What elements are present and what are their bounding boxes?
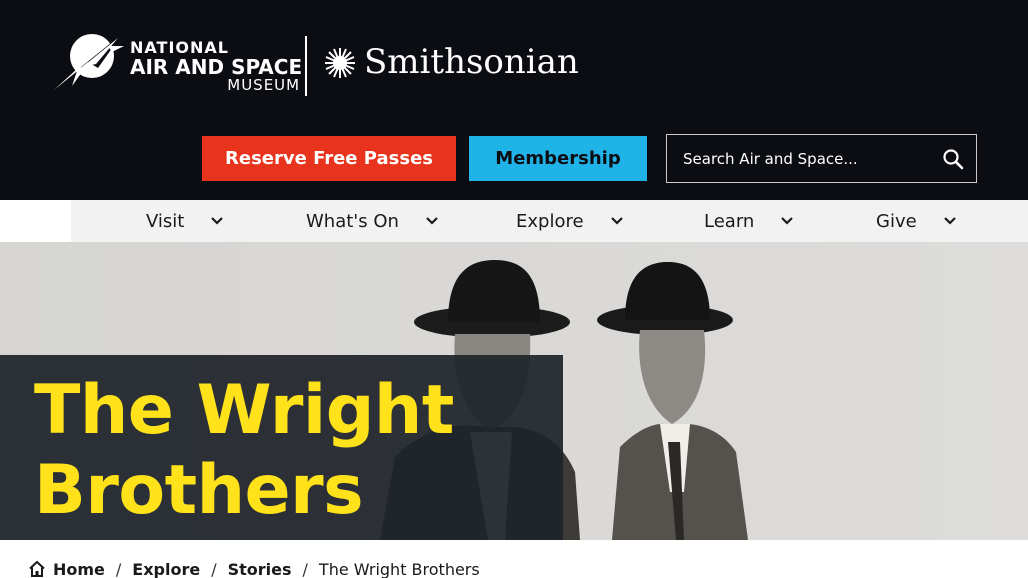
nav-label-whats-on: What's On [306,210,399,232]
search-input[interactable] [667,135,937,182]
main-nav: Visit What's On Explore Learn Give [71,200,1028,242]
logo-line-air-and-space: AIR AND SPACE [130,55,303,79]
home-icon[interactable] [28,560,46,578]
search-box [666,134,977,183]
smithsonian-wordmark: Smithsonian [364,42,579,82]
logo-line-national: NATIONAL [130,38,229,57]
nav-item-whats-on[interactable]: What's On [306,200,439,242]
nav-label-explore: Explore [516,210,584,232]
nasm-logo-mark-icon [50,34,124,92]
chevron-down-icon [211,217,224,225]
smithsonian-sun-icon [325,48,355,78]
page-title: The Wright Brothers [34,371,454,530]
reserve-passes-button[interactable]: Reserve Free Passes [202,136,456,181]
breadcrumb: Home / Explore / Stories / The Wright Br… [28,558,480,578]
logo-divider [305,36,307,96]
nav-label-learn: Learn [704,210,755,232]
nav-item-visit[interactable]: Visit [146,200,224,242]
breadcrumb-current: The Wright Brothers [318,559,480,578]
site-header: NATIONAL AIR AND SPACE MUSEUM Smithsonia… [0,0,1028,200]
hero-title-panel: The Wright Brothers [0,355,563,540]
nasm-wordmark: NATIONAL AIR AND SPACE MUSEUM [130,40,302,93]
chevron-down-icon [426,217,438,225]
site-logo[interactable]: NATIONAL AIR AND SPACE MUSEUM Smithsonia… [48,28,579,100]
nav-item-learn[interactable]: Learn [704,200,794,242]
chevron-down-icon [781,217,794,225]
chevron-down-icon [610,217,623,225]
nav-label-give: Give [876,210,917,232]
breadcrumb-stories[interactable]: Stories [228,560,292,578]
breadcrumb-separator: / [115,559,122,578]
nav-label-visit: Visit [146,210,185,232]
logo-line-museum: MUSEUM [227,76,301,94]
nav-item-give[interactable]: Give [876,200,957,242]
breadcrumb-separator: / [211,559,217,578]
breadcrumb-home[interactable]: Home [53,560,105,578]
hero-banner: The Wright Brothers [0,242,1028,540]
nav-item-explore[interactable]: Explore [516,200,624,242]
chevron-down-icon [943,217,956,225]
membership-button[interactable]: Membership [469,136,647,181]
breadcrumb-explore[interactable]: Explore [132,560,200,578]
search-icon[interactable] [942,148,964,170]
breadcrumb-separator: / [302,559,308,578]
